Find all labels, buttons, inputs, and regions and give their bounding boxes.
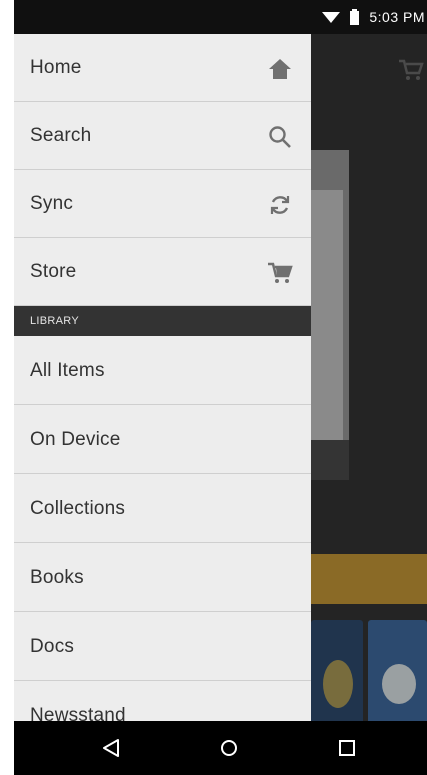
navigation-drawer: Home Search Sync Store LIBRARY All Items… xyxy=(14,34,311,721)
drawer-item-store[interactable]: Store xyxy=(14,238,311,306)
background-book-cover xyxy=(311,150,349,480)
home-icon xyxy=(267,56,293,82)
recents-icon[interactable] xyxy=(334,735,360,761)
drawer-item-search[interactable]: Search xyxy=(14,102,311,170)
battery-icon xyxy=(350,9,360,25)
search-icon xyxy=(267,124,293,150)
drawer-item-label: Search xyxy=(30,125,92,146)
status-time: 5:03 PM xyxy=(369,9,425,25)
background-banner xyxy=(311,554,427,604)
drawer-item-label: Sync xyxy=(30,193,74,214)
drawer-item-all-items[interactable]: All Items xyxy=(14,336,311,405)
home-circle-icon[interactable] xyxy=(216,735,242,761)
drawer-item-label: All Items xyxy=(30,360,105,381)
drawer-item-books[interactable]: Books xyxy=(14,543,311,612)
drawer-item-docs[interactable]: Docs xyxy=(14,612,311,681)
app-frame: 5:03 PM Home Search Sync Store LIBRARY A… xyxy=(14,0,427,775)
cart-icon xyxy=(398,58,424,87)
drawer-item-label: Store xyxy=(30,261,77,282)
sync-icon xyxy=(267,192,293,218)
drawer-item-on-device[interactable]: On Device xyxy=(14,405,311,474)
system-nav-bar xyxy=(14,721,427,775)
drawer-item-label: Books xyxy=(30,567,84,588)
status-icons: 5:03 PM xyxy=(322,8,427,26)
back-icon[interactable] xyxy=(98,735,124,761)
drawer-item-label: Home xyxy=(30,57,82,78)
drawer-item-newsstand[interactable]: Newsstand xyxy=(14,681,311,721)
drawer-item-label: Newsstand xyxy=(30,705,126,721)
drawer-item-home[interactable]: Home xyxy=(14,34,311,102)
drawer-item-collections[interactable]: Collections xyxy=(14,474,311,543)
drawer-item-label: Collections xyxy=(30,498,126,519)
library-section-header: LIBRARY xyxy=(14,306,311,336)
drawer-item-label: On Device xyxy=(30,429,121,450)
status-bar: 5:03 PM xyxy=(14,0,427,34)
wifi-icon xyxy=(322,10,341,24)
drawer-item-sync[interactable]: Sync xyxy=(14,170,311,238)
drawer-item-label: Docs xyxy=(30,636,75,657)
cart-icon xyxy=(267,260,293,286)
